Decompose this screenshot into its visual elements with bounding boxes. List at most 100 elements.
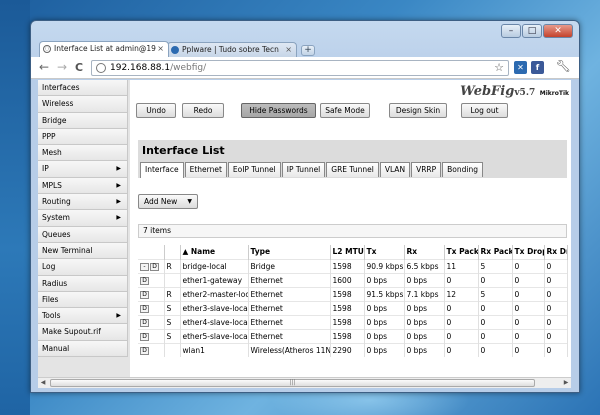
scrollbar-thumb[interactable]: ||| bbox=[50, 379, 535, 387]
sidebar-item-routing[interactable]: Routing ▶ bbox=[38, 194, 128, 211]
row-tx-drops: 0 bbox=[512, 258, 545, 273]
chevron-right-icon: ▶ bbox=[116, 214, 121, 222]
bookmark-star-icon[interactable]: ☆ bbox=[494, 61, 504, 75]
close-button[interactable]: ✕ bbox=[543, 24, 573, 38]
reload-icon[interactable]: C bbox=[75, 60, 83, 75]
table-row[interactable]: D S ether5-slave-local Ethernet 1598 0 b… bbox=[138, 328, 568, 343]
redo-button[interactable]: Redo bbox=[182, 103, 224, 118]
row-flag bbox=[164, 342, 181, 357]
horizontal-scrollbar[interactable]: ◀ ||| ▶ bbox=[38, 377, 571, 388]
dynamic-flag-button[interactable]: D bbox=[140, 346, 149, 355]
logout-button[interactable]: Log out bbox=[461, 103, 508, 118]
table-row[interactable]: -D R bridge-local Bridge 1598 90.9 kbps … bbox=[138, 258, 568, 273]
tab-pplware[interactable]: Pplware | Tudo sobre Tecn × bbox=[167, 42, 297, 57]
column-header-tx-packet[interactable]: Tx Packet bbox=[444, 245, 479, 259]
row-name[interactable]: ether3-slave-local bbox=[180, 300, 249, 315]
tab-interface[interactable]: Interface bbox=[140, 162, 184, 178]
tab-interface-list[interactable]: ◌ Interface List at admin@19 × bbox=[39, 41, 169, 57]
dynamic-flag-button[interactable]: D bbox=[140, 318, 149, 327]
dynamic-flag-button[interactable]: D bbox=[150, 262, 159, 271]
row-name[interactable]: ether4-slave-local bbox=[180, 314, 249, 329]
safe-mode-button[interactable]: Safe Mode bbox=[320, 103, 370, 118]
twitter-extension-icon[interactable]: ✕ bbox=[514, 61, 527, 74]
sidebar-item-files[interactable]: Files bbox=[38, 291, 128, 309]
new-tab-button[interactable]: + bbox=[301, 45, 315, 56]
table-row[interactable]: D S ether4-slave-local Ethernet 1598 0 b… bbox=[138, 314, 568, 329]
dynamic-flag-button[interactable]: D bbox=[140, 304, 149, 313]
sidebar-item-queues[interactable]: Queues bbox=[38, 226, 128, 243]
row-flag: S bbox=[164, 328, 181, 343]
webfig-logo: WebFigv5.7 MikroTik bbox=[460, 84, 569, 99]
sidebar-item-interfaces[interactable]: Interfaces bbox=[38, 80, 128, 97]
table-row[interactable]: D R ether2-master-local Ethernet 1598 91… bbox=[138, 286, 568, 301]
row-tx-drops: 0 bbox=[512, 314, 545, 329]
forward-arrow-icon[interactable]: → bbox=[57, 60, 67, 75]
row-type: Wireless(Atheros 11N) bbox=[248, 342, 331, 357]
wrench-icon[interactable]: 🔧︎ bbox=[556, 59, 571, 73]
close-icon[interactable]: × bbox=[157, 42, 164, 56]
address-bar[interactable]: 192.168.88.1/webfig/ ☆ bbox=[91, 60, 509, 76]
close-icon[interactable]: × bbox=[285, 43, 292, 57]
table-row[interactable]: D wlan1 Wireless(Atheros 11N) 2290 0 bps… bbox=[138, 342, 568, 357]
table-header: ▲ Name Type L2 MTU Tx Rx Tx Packet Rx Pa… bbox=[138, 245, 568, 259]
dynamic-flag-button[interactable]: D bbox=[140, 332, 149, 341]
scroll-right-icon[interactable]: ▶ bbox=[561, 378, 571, 388]
sidebar-item-mesh[interactable]: Mesh bbox=[38, 145, 128, 162]
sidebar-item-bridge[interactable]: Bridge bbox=[38, 112, 128, 129]
column-header-name[interactable]: ▲ Name bbox=[180, 245, 249, 259]
favicon-icon bbox=[171, 46, 179, 54]
column-header-rx-packet[interactable]: Rx Packet bbox=[478, 245, 513, 259]
row-rx-packet: 0 bbox=[478, 328, 513, 343]
sidebar-item-ppp[interactable]: PPP bbox=[38, 128, 128, 146]
facebook-extension-icon[interactable]: f bbox=[531, 61, 544, 74]
design-skin-button[interactable]: Design Skin bbox=[389, 103, 447, 118]
column-header-rx-drops[interactable]: Rx Drops bbox=[544, 245, 568, 259]
tab-bonding[interactable]: Bonding bbox=[442, 162, 483, 177]
row-tx: 0 bps bbox=[364, 328, 405, 343]
row-name[interactable]: wlan1 bbox=[180, 342, 249, 357]
minimize-button[interactable]: – bbox=[501, 24, 521, 38]
row-name[interactable]: ether1-gateway bbox=[180, 272, 249, 287]
sidebar-item-system[interactable]: System ▶ bbox=[38, 210, 128, 227]
add-new-button[interactable]: Add New ▼ bbox=[138, 194, 198, 209]
dynamic-flag-button[interactable]: D bbox=[140, 276, 149, 285]
disable-toggle[interactable]: - bbox=[140, 262, 149, 271]
column-header-type[interactable]: Type bbox=[248, 245, 331, 259]
scroll-left-icon[interactable]: ◀ bbox=[38, 378, 48, 388]
row-name[interactable]: ether5-slave-local bbox=[180, 328, 249, 343]
sidebar-item-manual[interactable]: Manual bbox=[38, 340, 128, 358]
column-header-l2mtu[interactable]: L2 MTU bbox=[330, 245, 365, 259]
tab-vlan[interactable]: VLAN bbox=[379, 162, 411, 177]
row-rx-packet: 5 bbox=[478, 286, 513, 301]
tab-gre-tunnel[interactable]: GRE Tunnel bbox=[326, 162, 379, 177]
row-tx-drops: 0 bbox=[512, 300, 545, 315]
tab-ip-tunnel[interactable]: IP Tunnel bbox=[281, 162, 326, 177]
dynamic-flag-button[interactable]: D bbox=[140, 290, 149, 299]
tab-ethernet[interactable]: Ethernet bbox=[184, 162, 227, 177]
sidebar-item-new-terminal[interactable]: New Terminal bbox=[38, 242, 128, 260]
row-rx-drops: 0 bbox=[544, 328, 568, 343]
sidebar-item-mpls[interactable]: MPLS ▶ bbox=[38, 177, 128, 195]
tab-vrrp[interactable]: VRRP bbox=[411, 162, 442, 177]
sidebar-item-tools[interactable]: Tools ▶ bbox=[38, 308, 128, 325]
sidebar-item-label: Make Supout.rif bbox=[42, 327, 101, 337]
maximize-button[interactable]: □ bbox=[522, 24, 542, 38]
sidebar-item-make-supout[interactable]: Make Supout.rif bbox=[38, 324, 128, 341]
row-name[interactable]: bridge-local bbox=[180, 258, 249, 273]
sidebar-item-ip[interactable]: IP ▶ bbox=[38, 161, 128, 178]
column-header-tx-drops[interactable]: Tx Drops bbox=[512, 245, 545, 259]
tab-eoip-tunnel[interactable]: EoIP Tunnel bbox=[227, 162, 281, 177]
undo-button[interactable]: Undo bbox=[136, 103, 176, 118]
column-header-rx[interactable]: Rx bbox=[404, 245, 445, 259]
row-name[interactable]: ether2-master-local bbox=[180, 286, 249, 301]
table-row[interactable]: D S ether3-slave-local Ethernet 1598 0 b… bbox=[138, 300, 568, 315]
sidebar-item-radius[interactable]: Radius bbox=[38, 275, 128, 292]
sidebar-item-log[interactable]: Log bbox=[38, 259, 128, 276]
sidebar-item-wireless[interactable]: Wireless bbox=[38, 96, 128, 113]
table-row[interactable]: D ether1-gateway Ethernet 1600 0 bps 0 b… bbox=[138, 272, 568, 287]
hide-passwords-button[interactable]: Hide Passwords bbox=[241, 103, 316, 118]
row-rx: 0 bps bbox=[404, 342, 445, 357]
row-rx-drops: 0 bbox=[544, 342, 568, 357]
back-arrow-icon[interactable]: ← bbox=[39, 60, 49, 75]
column-header-tx[interactable]: Tx bbox=[364, 245, 405, 259]
